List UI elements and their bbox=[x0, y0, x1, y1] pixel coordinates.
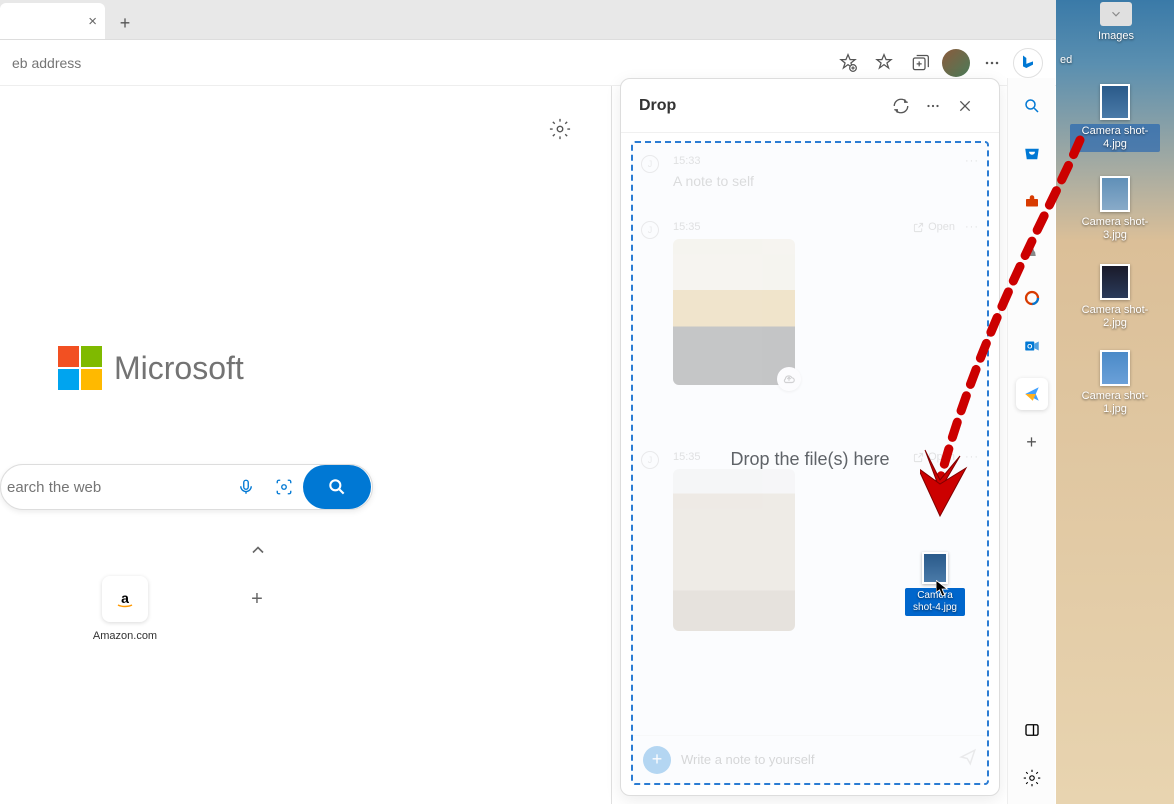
drag-ghost: Camera shot-4.jpg bbox=[905, 552, 965, 616]
desktop[interactable]: Images ed Camera shot-4.jpg Camera shot-… bbox=[1056, 0, 1174, 804]
more-icon[interactable] bbox=[974, 45, 1010, 81]
desktop-folder[interactable]: Images bbox=[1086, 2, 1146, 43]
avatar-icon: J bbox=[641, 221, 659, 239]
page-settings-icon[interactable] bbox=[549, 118, 571, 145]
drop-hint-text: Drop the file(s) here bbox=[633, 449, 987, 470]
message-time: 15:35 bbox=[673, 221, 701, 233]
quicklink-label: Amazon.com bbox=[93, 630, 157, 642]
visual-search-icon[interactable] bbox=[265, 478, 303, 496]
drop-message: J 15:35 Open ··· bbox=[633, 209, 987, 385]
message-more-icon[interactable]: ··· bbox=[965, 155, 979, 167]
message-time: 15:33 bbox=[673, 155, 701, 167]
browser-tab[interactable]: × bbox=[0, 3, 105, 39]
sidebar-shopping-icon[interactable] bbox=[1016, 138, 1048, 170]
compose-input[interactable] bbox=[671, 752, 959, 767]
voice-search-icon[interactable] bbox=[227, 478, 265, 496]
microsoft-logo: Microsoft bbox=[58, 346, 244, 390]
search-button[interactable] bbox=[303, 465, 371, 509]
tab-bar: × + bbox=[0, 0, 1056, 40]
desktop-file[interactable]: Camera shot-4.jpg bbox=[1070, 84, 1160, 152]
sidebar-add-icon[interactable]: + bbox=[1016, 426, 1048, 458]
quicklink-amazon[interactable]: a Amazon.com bbox=[95, 576, 155, 642]
cloud-upload-icon bbox=[777, 367, 801, 391]
sidebar-outlook-icon[interactable]: O bbox=[1016, 330, 1048, 362]
drop-zone[interactable]: J 15:33 ··· A note to self J 15:35 bbox=[631, 141, 989, 785]
folder-label: Images bbox=[1086, 30, 1146, 43]
panel-more-icon[interactable] bbox=[917, 90, 949, 122]
svg-text:a: a bbox=[121, 590, 129, 606]
brand-text: Microsoft bbox=[114, 350, 244, 387]
file-label: Camera shot-4.jpg bbox=[1070, 124, 1160, 152]
desktop-file[interactable]: Camera shot-3.jpg bbox=[1070, 176, 1160, 242]
truncated-label: ed bbox=[1060, 54, 1072, 67]
bing-chat-icon[interactable] bbox=[1010, 45, 1046, 81]
send-icon[interactable] bbox=[959, 748, 977, 771]
drop-title: Drop bbox=[639, 97, 676, 115]
profile-avatar[interactable] bbox=[938, 45, 974, 81]
drop-panel: Drop J 15:33 ··· bbox=[620, 78, 1000, 796]
search-input[interactable] bbox=[1, 479, 227, 496]
drag-label: Camera shot-4.jpg bbox=[905, 588, 965, 616]
add-attachment-button[interactable]: + bbox=[643, 746, 671, 774]
cursor-icon bbox=[936, 580, 950, 598]
message-image[interactable] bbox=[673, 469, 795, 631]
add-favorite-icon[interactable] bbox=[830, 45, 866, 81]
svg-text:O: O bbox=[1027, 343, 1032, 350]
collections-icon[interactable] bbox=[902, 45, 938, 81]
new-tab-page: Microsoft a Amazon.com bbox=[0, 86, 612, 804]
sidebar-games-icon[interactable] bbox=[1016, 234, 1048, 266]
new-tab-button[interactable]: + bbox=[109, 7, 141, 39]
add-quicklink-button[interactable]: + bbox=[227, 576, 287, 642]
refresh-icon[interactable] bbox=[885, 90, 917, 122]
open-link[interactable]: Open bbox=[913, 221, 955, 233]
file-label: Camera shot-1.jpg bbox=[1070, 390, 1160, 416]
close-tab-icon[interactable]: × bbox=[88, 13, 97, 30]
file-label: Camera shot-2.jpg bbox=[1070, 304, 1160, 330]
drop-message: J 15:33 ··· A note to self bbox=[633, 143, 987, 189]
quick-links: a Amazon.com + bbox=[95, 576, 287, 642]
sidebar-office-icon[interactable] bbox=[1016, 282, 1048, 314]
sidebar-search-icon[interactable] bbox=[1016, 90, 1048, 122]
compose-row: + bbox=[633, 735, 987, 783]
favorites-icon[interactable] bbox=[866, 45, 902, 81]
sidebar-hide-icon[interactable] bbox=[1016, 714, 1048, 746]
message-image[interactable] bbox=[673, 239, 795, 385]
close-panel-icon[interactable] bbox=[949, 90, 981, 122]
sidebar-drop-icon[interactable] bbox=[1016, 378, 1048, 410]
file-label: Camera shot-3.jpg bbox=[1070, 216, 1160, 242]
avatar-icon: J bbox=[641, 155, 659, 173]
desktop-file[interactable]: Camera shot-1.jpg bbox=[1070, 350, 1160, 416]
message-text: A note to self bbox=[673, 173, 979, 189]
desktop-file[interactable]: Camera shot-2.jpg bbox=[1070, 264, 1160, 330]
edge-sidebar: O + bbox=[1007, 78, 1055, 804]
address-bar[interactable] bbox=[10, 48, 280, 78]
sidebar-settings-icon[interactable] bbox=[1016, 762, 1048, 794]
chevron-up-icon[interactable] bbox=[248, 540, 268, 565]
sidebar-tools-icon[interactable] bbox=[1016, 186, 1048, 218]
message-more-icon[interactable]: ··· bbox=[965, 221, 979, 233]
search-box[interactable] bbox=[0, 464, 373, 510]
